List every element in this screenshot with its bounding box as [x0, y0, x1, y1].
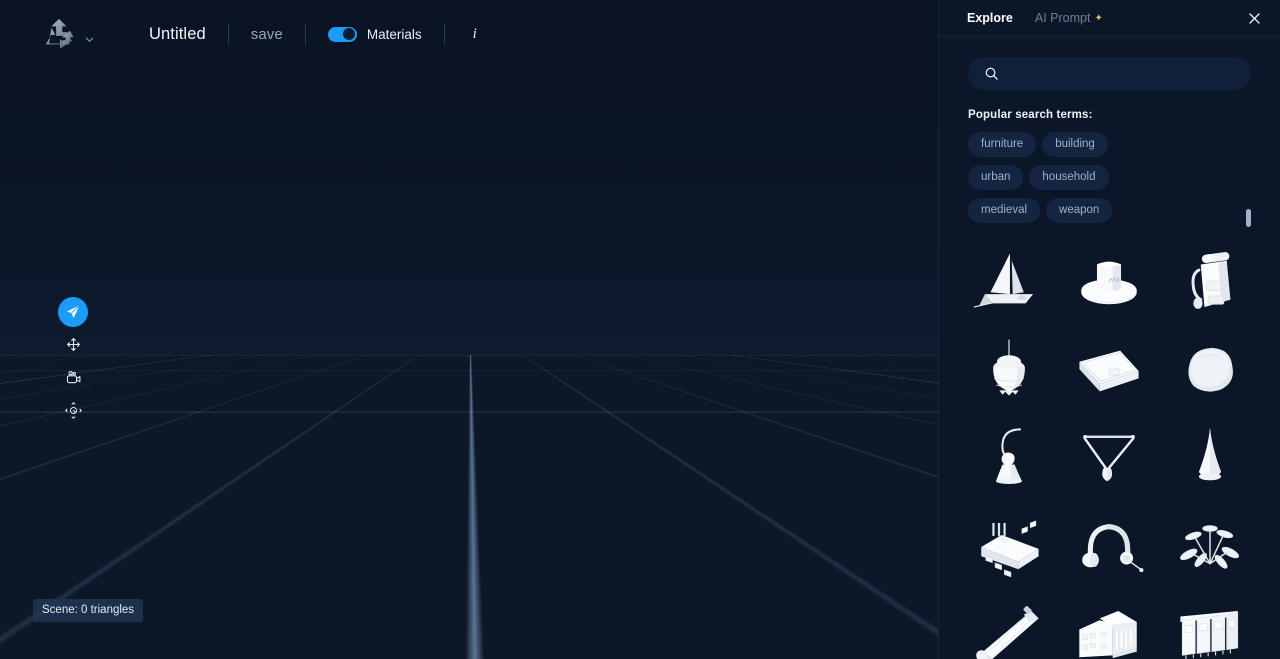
- model-thumb-rock[interactable]: [1162, 327, 1258, 415]
- lockers-icon: [1180, 610, 1238, 659]
- search-area: [939, 37, 1280, 90]
- app-root: Untitled save Materials i Scene: 0 trian…: [0, 0, 1280, 659]
- top-toolbar: Untitled save Materials i: [0, 0, 938, 68]
- tab-explore[interactable]: Explore: [967, 11, 1013, 25]
- tag-furniture[interactable]: furniture: [968, 132, 1037, 157]
- viewport-3d[interactable]: [0, 0, 938, 659]
- model-thumb-hat[interactable]: [1061, 239, 1157, 327]
- four-arrows-move-icon: [66, 337, 80, 351]
- scene-status-badge: Scene: 0 triangles: [33, 599, 144, 622]
- model-results-grid: [939, 239, 1280, 659]
- model-thumb-lockers[interactable]: [1162, 591, 1258, 659]
- model-thumb-factory[interactable]: [961, 503, 1057, 591]
- model-thumb-headset[interactable]: [1061, 503, 1157, 591]
- model-thumb-hook-lamp[interactable]: [961, 415, 1057, 503]
- project-title[interactable]: Untitled: [149, 25, 206, 44]
- necklace-icon: [1083, 434, 1136, 482]
- search-input[interactable]: [1009, 66, 1251, 81]
- nails-icon: [1179, 525, 1239, 569]
- video-camera-icon: [66, 370, 80, 383]
- tag-building[interactable]: building: [1042, 132, 1108, 157]
- close-panel-button[interactable]: [1244, 8, 1264, 28]
- hook-lamp-icon: [996, 428, 1023, 484]
- recycle-triangle-logo-icon: [45, 18, 74, 49]
- sailboat-icon: [973, 253, 1034, 308]
- sparkles-icon: ✦: [1094, 12, 1103, 24]
- beam-icon: [1079, 350, 1140, 392]
- explore-panel: Explore AI Prompt ✦ Popular search terms…: [938, 0, 1280, 659]
- app-logo-button[interactable]: [40, 16, 95, 52]
- materials-label: Materials: [366, 26, 422, 42]
- orbit-rotate-icon: [64, 401, 82, 419]
- cone-icon: [1198, 427, 1221, 481]
- hat-icon: [1081, 261, 1138, 305]
- factory-icon: [981, 520, 1039, 578]
- tab-ai-prompt[interactable]: AI Prompt ✦: [1035, 11, 1103, 25]
- tool-camera[interactable]: [57, 361, 89, 393]
- model-thumb-backpack[interactable]: [1162, 239, 1258, 327]
- headset-icon: [1082, 524, 1144, 573]
- model-thumb-pendant-lamp[interactable]: [961, 327, 1057, 415]
- backpack-icon: [1191, 252, 1231, 309]
- close-icon: [1248, 12, 1260, 24]
- model-thumb-beam[interactable]: [1061, 327, 1157, 415]
- toolbar-divider: [227, 23, 229, 45]
- search-icon: [985, 67, 998, 80]
- popular-terms-label: Popular search terms:: [968, 109, 1093, 121]
- tool-rail: [57, 297, 89, 427]
- save-button[interactable]: save: [251, 26, 283, 43]
- tool-orbit[interactable]: [57, 394, 89, 426]
- panel-scrollbar-thumb[interactable]: [1246, 209, 1251, 227]
- tool-move[interactable]: [57, 328, 89, 360]
- model-thumb-sailboat[interactable]: [961, 239, 1057, 327]
- tool-select-navigate[interactable]: [58, 297, 88, 327]
- rock-icon: [1188, 347, 1233, 392]
- panel-tab-bar: Explore AI Prompt ✦: [939, 0, 1280, 37]
- classical-building-icon: [1079, 610, 1138, 659]
- toolbar-divider: [443, 23, 445, 45]
- paper-plane-icon: [66, 305, 80, 319]
- search-box[interactable]: [968, 57, 1251, 90]
- model-thumb-classical-building[interactable]: [1061, 591, 1157, 659]
- model-thumb-tube[interactable]: [961, 591, 1057, 659]
- model-thumb-cone[interactable]: [1162, 415, 1258, 503]
- toolbar-divider: [304, 23, 306, 45]
- materials-toggle[interactable]: [327, 26, 357, 42]
- popular-tag-list: furniture building urban household medie…: [939, 121, 1189, 223]
- tag-medieval[interactable]: medieval: [968, 198, 1041, 223]
- pendant-lamp-icon: [993, 339, 1025, 396]
- info-button[interactable]: i: [467, 26, 483, 43]
- tag-urban[interactable]: urban: [968, 165, 1024, 190]
- tag-household[interactable]: household: [1029, 165, 1109, 190]
- tab-ai-prompt-label: AI Prompt: [1034, 11, 1091, 25]
- chevron-down-icon: [85, 37, 94, 42]
- model-thumb-nails[interactable]: [1162, 503, 1258, 591]
- model-thumb-necklace[interactable]: [1061, 415, 1157, 503]
- tube-icon: [976, 606, 1039, 659]
- tag-weapon[interactable]: weapon: [1046, 198, 1113, 223]
